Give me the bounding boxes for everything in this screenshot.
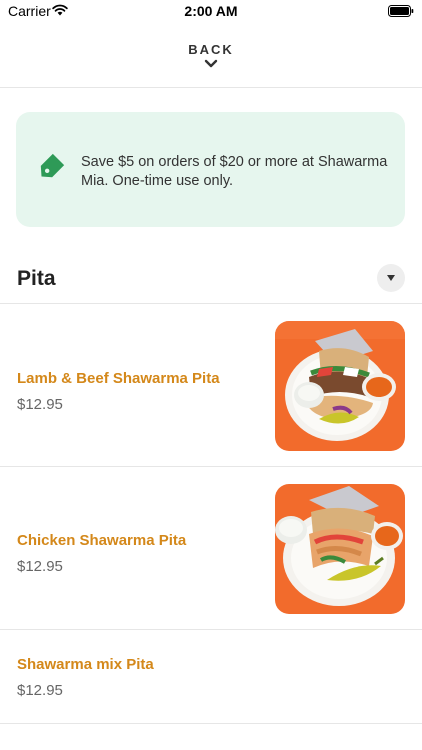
section-dropdown-button[interactable]: [377, 264, 405, 292]
promo-banner: Save $5 on orders of $20 or more at Shaw…: [16, 112, 405, 227]
item-photo: [275, 321, 405, 451]
item-photo: [275, 484, 405, 614]
battery-icon: [388, 4, 414, 22]
clock: 2:00 AM: [184, 3, 238, 19]
item-price: $12.95: [17, 682, 63, 699]
back-label: BACK: [188, 42, 234, 57]
menu-item[interactable]: Lamb & Beef Shawarma Pita $12.95: [0, 304, 422, 467]
section-header: Pita: [0, 255, 422, 304]
menu-item[interactable]: Shawarma mix Pita $12.95: [0, 630, 422, 724]
caret-down-icon: [387, 275, 395, 281]
item-name: Chicken Shawarma Pita: [17, 532, 187, 549]
menu-item[interactable]: Chicken Shawarma Pita $12.95: [0, 467, 422, 630]
chevron-down-icon: [204, 59, 218, 68]
promo-text: Save $5 on orders of $20 or more at Shaw…: [81, 154, 388, 189]
item-name: Lamb & Beef Shawarma Pita: [17, 370, 220, 387]
item-price: $12.95: [17, 558, 63, 575]
navigation-bar: BACK: [0, 38, 422, 88]
tag-icon: [34, 152, 66, 189]
item-price: $12.95: [17, 396, 63, 413]
item-name: Shawarma mix Pita: [17, 656, 154, 673]
status-bar: Carrier 2:00 AM: [0, 0, 422, 24]
back-button[interactable]: BACK: [171, 42, 251, 78]
section-title: Pita: [17, 267, 56, 290]
